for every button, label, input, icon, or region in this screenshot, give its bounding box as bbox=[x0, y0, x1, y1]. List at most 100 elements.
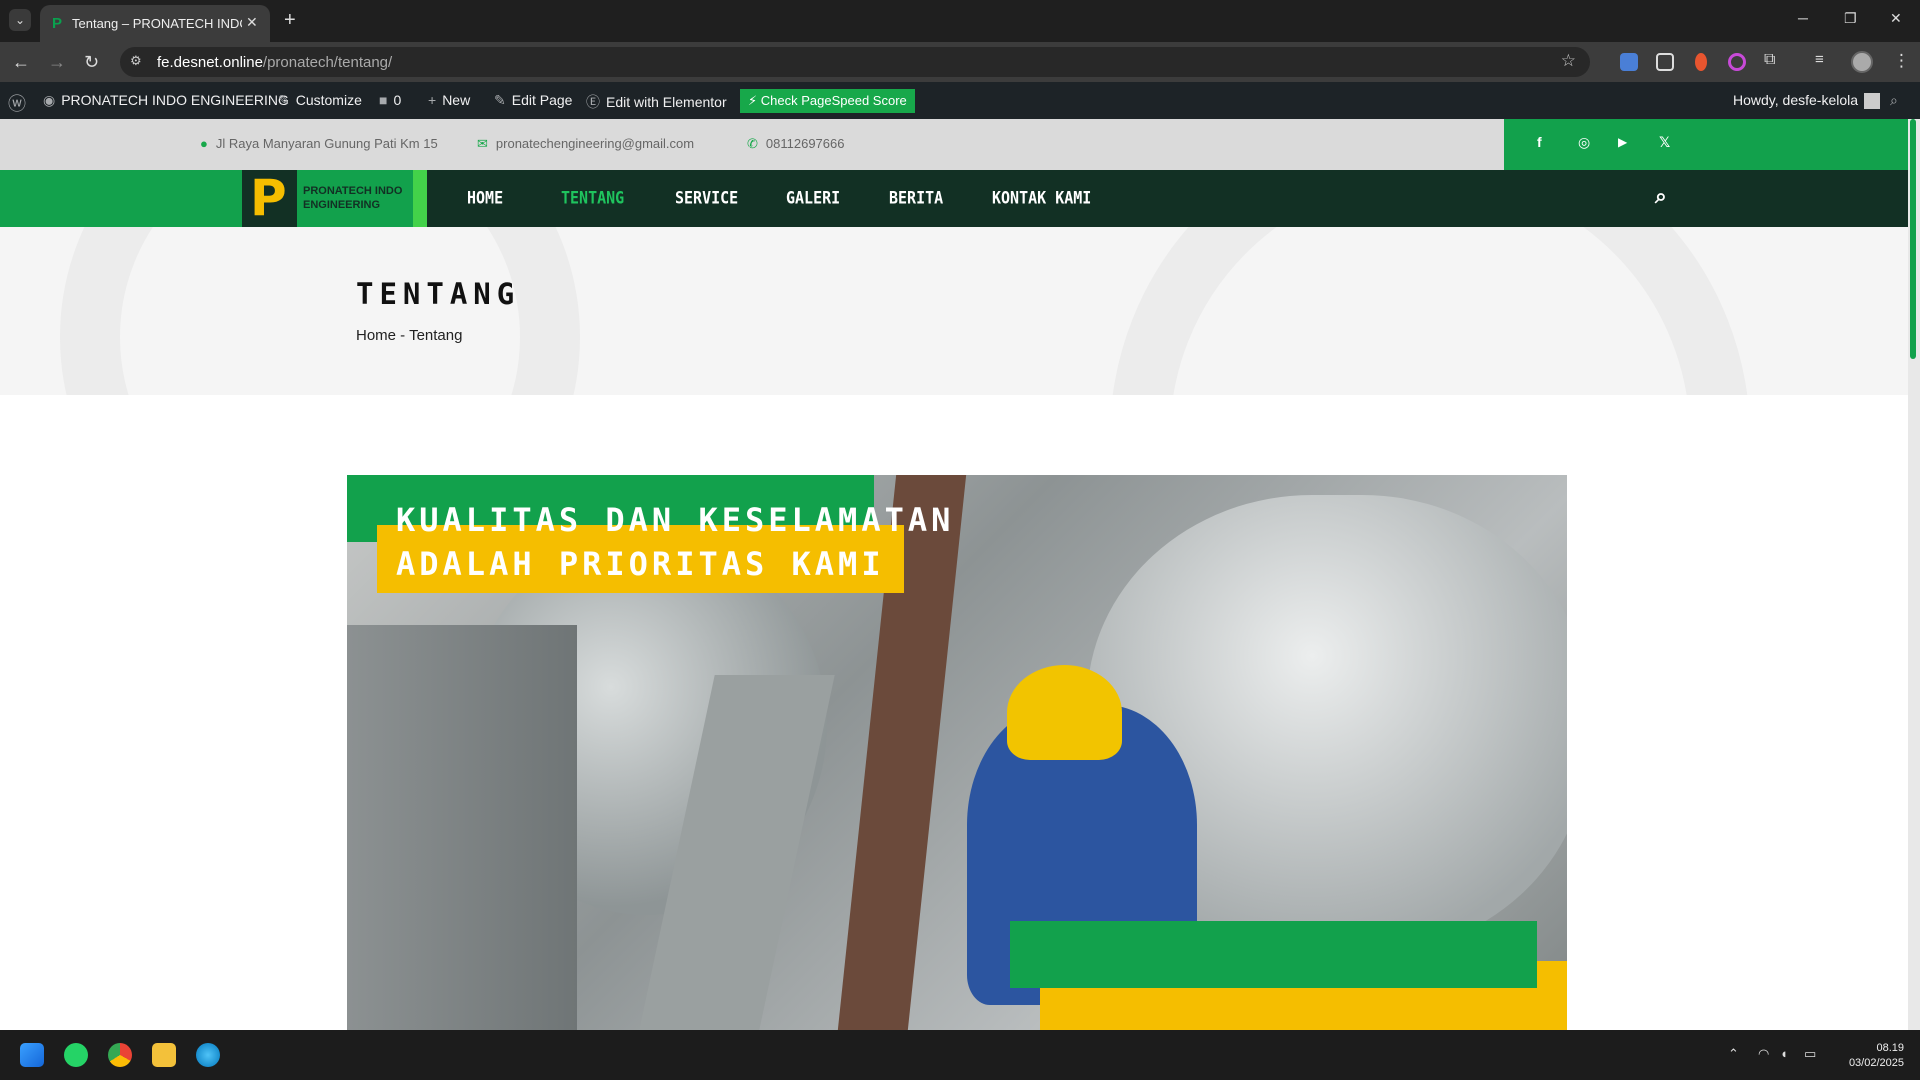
page-title: TENTANG bbox=[356, 277, 521, 311]
wp-comments-link[interactable]: ■ 0 bbox=[379, 92, 401, 108]
gear-decoration bbox=[60, 227, 580, 395]
new-tab-button[interactable]: + bbox=[284, 8, 296, 32]
phone-icon: ✆ bbox=[747, 136, 758, 151]
bookmark-star-icon[interactable]: ☆ bbox=[1561, 51, 1576, 71]
photo-pillar bbox=[347, 625, 577, 1030]
clock-date: 03/02/2025 bbox=[1848, 1057, 1904, 1069]
search-icon[interactable]: ⌕ bbox=[1655, 185, 1667, 209]
main-navigation: P PRONATECH INDO ENGINEERING HOME TENTAN… bbox=[0, 170, 1908, 227]
wp-site-link[interactable]: ◉ PRONATECH INDO ENGINEERING bbox=[43, 92, 289, 109]
instagram-icon[interactable]: ◎ bbox=[1578, 134, 1590, 151]
pencil-icon: ✎ bbox=[494, 92, 506, 108]
nav-kontak-kami[interactable]: KONTAK KAMI bbox=[992, 188, 1091, 208]
facebook-icon[interactable]: f bbox=[1537, 134, 1542, 150]
pagespeed-button[interactable]: ⚡ Check PageSpeed Score bbox=[740, 89, 915, 113]
decor-green-block bbox=[1010, 921, 1537, 988]
pagespeed-label: Check PageSpeed Score bbox=[760, 93, 907, 108]
wp-elementor-label: Edit with Elementor bbox=[606, 94, 727, 110]
wp-search-icon[interactable]: ⌕ bbox=[1890, 92, 1898, 109]
battery-icon[interactable]: ▭ bbox=[1804, 1046, 1816, 1062]
wp-edit-page-link[interactable]: ✎ Edit Page bbox=[494, 92, 572, 109]
elementor-icon: Ⓔ bbox=[586, 94, 600, 110]
browser-tab[interactable]: P Tentang – PRONATECH INDO E ✕ bbox=[40, 5, 270, 42]
site-logo[interactable]: P PRONATECH INDO ENGINEERING bbox=[242, 170, 427, 227]
wp-account-link[interactable]: Howdy, desfe-kelola bbox=[1733, 92, 1881, 110]
email-info[interactable]: ✉ pronatechengineering@gmail.com bbox=[477, 136, 694, 152]
site-favicon-icon: P bbox=[52, 15, 63, 32]
browser-tab-bar: ⌄ P Tentang – PRONATECH INDO E ✕ + ─ ❐ ✕ bbox=[0, 0, 1920, 42]
page-scrollbar[interactable] bbox=[1908, 119, 1920, 1039]
wifi-icon[interactable]: ◠ bbox=[1758, 1046, 1769, 1062]
url-domain: fe.desnet.online bbox=[157, 54, 263, 71]
page-hero: TENTANG Home - Tentang bbox=[0, 227, 1908, 395]
envelope-icon: ✉ bbox=[477, 136, 488, 151]
clock-time: 08.19 bbox=[1876, 1042, 1904, 1054]
address-info: ● Jl Raya Manyaran Gunung Pati Km 15 bbox=[200, 136, 438, 151]
minimize-icon[interactable]: ─ bbox=[1798, 10, 1808, 26]
wp-admin-bar: ⓦ ◉ PRONATECH INDO ENGINEERING ✎ Customize… bbox=[0, 82, 1920, 119]
system-clock[interactable]: 08.19 03/02/2025 bbox=[1838, 1041, 1904, 1071]
extension-record-icon[interactable] bbox=[1695, 53, 1707, 71]
extensions-puzzle-icon[interactable]: ⧉ bbox=[1764, 51, 1782, 69]
location-pin-icon: ● bbox=[200, 136, 208, 151]
address-bar[interactable]: ⚙ fe.desnet.online/pronatech/tentang/ ☆ bbox=[120, 47, 1590, 77]
profile-avatar[interactable] bbox=[1851, 51, 1873, 73]
nav-galeri[interactable]: GALERI bbox=[786, 188, 840, 208]
site-info-bar: ● Jl Raya Manyaran Gunung Pati Km 15 ✉ pro… bbox=[0, 119, 1920, 170]
brush-icon: ✎ bbox=[278, 92, 290, 108]
wp-new-link[interactable]: + New bbox=[428, 92, 470, 108]
nav-home[interactable]: HOME bbox=[467, 188, 503, 208]
dashboard-icon: ◉ bbox=[43, 92, 56, 108]
chrome-icon[interactable] bbox=[108, 1043, 132, 1067]
reload-icon[interactable]: ↻ bbox=[84, 51, 99, 73]
tab-search-button[interactable]: ⌄ bbox=[9, 9, 31, 31]
tab-title: Tentang – PRONATECH INDO E bbox=[72, 16, 242, 31]
nav-tentang[interactable]: TENTANG bbox=[561, 188, 624, 208]
wp-site-name: PRONATECH INDO ENGINEERING bbox=[61, 92, 289, 108]
scrollbar-thumb[interactable] bbox=[1910, 119, 1916, 359]
tray-chevron-icon[interactable]: ⌃ bbox=[1728, 1046, 1739, 1062]
window-close-icon[interactable]: ✕ bbox=[1890, 10, 1902, 27]
breadcrumb[interactable]: Home - Tentang bbox=[356, 327, 462, 344]
reading-list-icon[interactable]: ≡ bbox=[1815, 51, 1833, 69]
browser-menu-icon[interactable]: ⋮ bbox=[1893, 51, 1910, 71]
logo-text: PRONATECH INDO ENGINEERING bbox=[303, 185, 403, 211]
bolt-icon: ⚡ bbox=[748, 93, 758, 108]
forward-icon[interactable]: → bbox=[48, 51, 66, 73]
wp-elementor-link[interactable]: Ⓔ Edit with Elementor bbox=[586, 92, 727, 112]
gear-decoration bbox=[1110, 227, 1750, 395]
os-taskbar: ⌃ ◠ ◖ ▭ 08.19 03/02/2025 bbox=[0, 1030, 1920, 1080]
nav-berita[interactable]: BERITA bbox=[889, 188, 943, 208]
nav-service[interactable]: SERVICE bbox=[675, 188, 738, 208]
site-info-icon[interactable]: ⚙ bbox=[130, 53, 142, 69]
social-links: f ◎ ▶ 𝕏 bbox=[1504, 119, 1908, 170]
x-twitter-icon[interactable]: 𝕏 bbox=[1659, 134, 1670, 151]
windows-start-icon[interactable] bbox=[20, 1043, 44, 1067]
whatsapp-icon[interactable] bbox=[64, 1043, 88, 1067]
youtube-icon[interactable]: ▶ bbox=[1618, 135, 1627, 149]
wp-customize-link[interactable]: ✎ Customize bbox=[278, 92, 362, 109]
restore-icon[interactable]: ❐ bbox=[1844, 10, 1857, 27]
address-text: Jl Raya Manyaran Gunung Pati Km 15 bbox=[215, 136, 438, 151]
headline-line-2: ADALAH PRIORITAS KAMI bbox=[396, 545, 885, 583]
browser-toolbar: ← → ↻ ⚙ fe.desnet.online/pronatech/tenta… bbox=[0, 42, 1920, 82]
wp-user-avatar bbox=[1864, 93, 1881, 110]
extension-docs-icon[interactable] bbox=[1620, 53, 1638, 71]
url-path: /pronatech/tentang/ bbox=[262, 54, 393, 71]
url-text[interactable]: fe.desnet.online/pronatech/tentang/ bbox=[157, 54, 392, 71]
phone-info[interactable]: ✆ 08112697666 bbox=[747, 136, 844, 152]
wp-comments-count: 0 bbox=[393, 92, 402, 108]
logo-mark: P bbox=[242, 170, 297, 227]
tab-close-icon[interactable]: ✕ bbox=[246, 14, 258, 31]
back-icon[interactable]: ← bbox=[12, 51, 30, 73]
volume-icon[interactable]: ◖ bbox=[1780, 1046, 1788, 1061]
extension-screen-icon[interactable] bbox=[1656, 53, 1674, 71]
wordpress-logo-icon[interactable]: ⓦ bbox=[8, 90, 26, 116]
wp-customize-label: Customize bbox=[295, 92, 362, 108]
file-explorer-icon[interactable] bbox=[152, 1043, 176, 1067]
phone-text: 08112697666 bbox=[765, 136, 845, 151]
headline-line-1: KUALITAS DAN KESELAMATAN bbox=[396, 501, 955, 539]
extension-color-icon[interactable] bbox=[1728, 53, 1746, 71]
weather-app-icon[interactable] bbox=[196, 1043, 220, 1067]
email-text: pronatechengineering@gmail.com bbox=[495, 136, 695, 151]
